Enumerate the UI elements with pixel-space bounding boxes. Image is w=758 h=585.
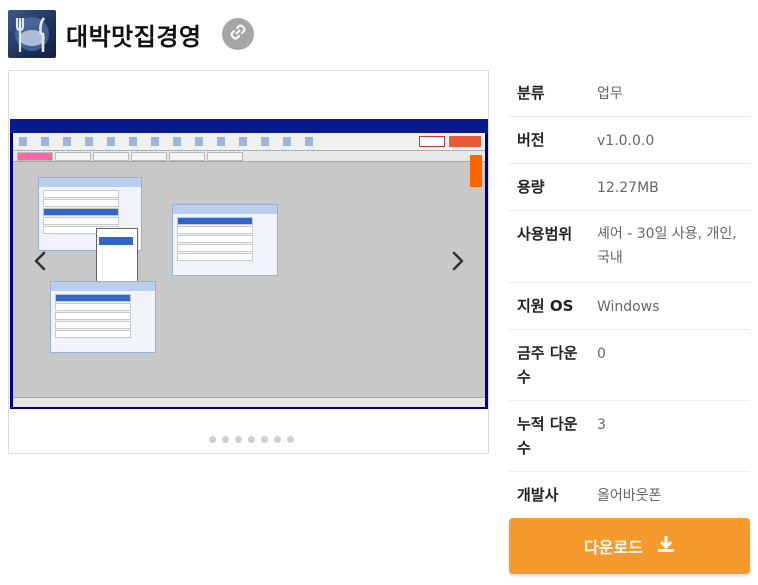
app-icon xyxy=(8,10,56,58)
gallery-dot[interactable] xyxy=(209,436,216,443)
gallery-dot[interactable] xyxy=(287,436,294,443)
info-value: Windows xyxy=(597,299,660,315)
info-value: 업무 xyxy=(597,86,623,102)
download-button[interactable]: 다운로드 xyxy=(509,518,750,574)
info-row-weekly-downloads: 금주 다운수 0 xyxy=(509,330,750,401)
gallery-dot[interactable] xyxy=(274,436,281,443)
chevron-right-icon xyxy=(451,251,465,275)
gallery-pagination xyxy=(209,436,294,443)
info-value: v1.0.0.0 xyxy=(597,133,655,149)
info-value: 3 xyxy=(597,417,606,433)
screenshot-side-tab xyxy=(470,155,482,187)
info-row-version: 버전 v1.0.0.0 xyxy=(509,117,750,164)
gallery-next-button[interactable] xyxy=(446,247,470,279)
app-screenshot xyxy=(10,119,488,409)
info-row-developer: 개발사 올어바웃폰 xyxy=(509,472,750,519)
gallery-dot[interactable] xyxy=(235,436,242,443)
info-row-total-downloads: 누적 다운수 3 xyxy=(509,401,750,472)
screenshot-body xyxy=(13,133,485,407)
info-value: 올어바웃폰 xyxy=(597,488,662,504)
info-label: 금주 다운수 xyxy=(517,344,578,386)
screenshot-titlebar xyxy=(10,119,488,133)
info-row-category: 분류 업무 xyxy=(509,70,750,117)
info-label: 개발사 xyxy=(517,486,559,504)
gallery-dot[interactable] xyxy=(222,436,229,443)
info-value: 셰어 - 30일 사용, 개인, 국내 xyxy=(597,226,737,266)
screenshot-tabs xyxy=(13,151,485,162)
info-row-size: 용량 12.27MB xyxy=(509,164,750,211)
info-label: 사용범위 xyxy=(517,225,573,243)
screenshot-toolbar xyxy=(13,133,485,151)
download-icon xyxy=(657,535,675,557)
info-row-os: 지원 OS Windows xyxy=(509,283,750,330)
screenshot-gallery xyxy=(8,70,489,454)
app-info-table: 분류 업무 버전 v1.0.0.0 용량 12.27MB 사용범위 셰어 - 3… xyxy=(509,70,750,519)
gallery-dot[interactable] xyxy=(261,436,268,443)
info-value: 0 xyxy=(597,346,606,362)
info-label: 지원 OS xyxy=(517,297,574,315)
info-label: 누적 다운수 xyxy=(517,415,578,457)
info-row-license: 사용범위 셰어 - 30일 사용, 개인, 국내 xyxy=(509,211,750,283)
screenshot-statusbar xyxy=(13,397,485,407)
info-value: 12.27MB xyxy=(597,180,659,196)
link-icon xyxy=(229,23,247,45)
gallery-dot[interactable] xyxy=(248,436,255,443)
screenshot-table-panel xyxy=(50,281,156,353)
chevron-left-icon xyxy=(33,251,47,275)
link-button[interactable] xyxy=(222,18,254,50)
screenshot-table-panel xyxy=(172,204,278,276)
app-title: 대박맛집경영 xyxy=(66,23,202,51)
info-label: 용량 xyxy=(517,178,545,196)
gallery-prev-button[interactable] xyxy=(28,247,52,279)
info-label: 버전 xyxy=(517,131,545,149)
info-label: 분류 xyxy=(517,84,545,102)
download-label: 다운로드 xyxy=(584,538,643,557)
